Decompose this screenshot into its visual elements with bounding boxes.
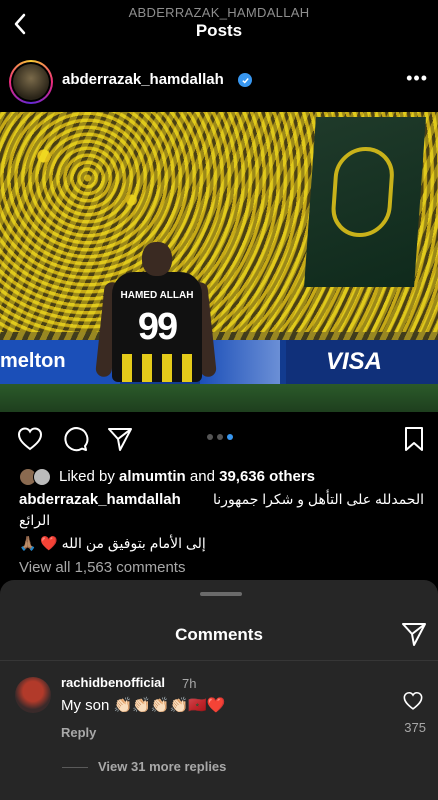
player-figure: HAMED ALLAH 99 bbox=[95, 242, 217, 412]
pitch bbox=[0, 384, 438, 412]
caption-line-3: إلى الأمام بتوفيق من الله ❤️ 🙏🏽 bbox=[19, 535, 206, 551]
bookmark-icon[interactable] bbox=[400, 425, 428, 453]
caption-username[interactable]: abderrazak_hamdallah bbox=[19, 491, 181, 508]
comment-icon[interactable] bbox=[61, 425, 89, 453]
comments-sheet: Comments rachidbenofficial 7h My son 👏🏻👏… bbox=[0, 580, 438, 800]
more-options-icon[interactable]: ••• bbox=[406, 68, 428, 89]
verified-badge-icon bbox=[238, 73, 252, 87]
jersey-number: 99 bbox=[137, 306, 178, 348]
comment-like-icon[interactable] bbox=[402, 690, 424, 712]
replies-divider-line bbox=[62, 767, 88, 768]
carousel-dot bbox=[207, 434, 213, 440]
avatar[interactable] bbox=[9, 60, 53, 104]
comment-avatar[interactable] bbox=[15, 677, 51, 713]
carousel-indicator bbox=[207, 434, 233, 440]
comment-time: 7h bbox=[182, 676, 197, 691]
caption-line-1: الحمدلله على التأهل و شكرا جمهورنا bbox=[213, 491, 424, 507]
advertising-boards: melton VISA bbox=[0, 340, 438, 384]
share-icon[interactable] bbox=[400, 620, 428, 648]
view-more-replies-link[interactable]: View 31 more replies bbox=[98, 759, 226, 774]
jersey-name: HAMED ALLAH bbox=[120, 290, 194, 301]
action-bar bbox=[0, 422, 438, 454]
profile-subtitle: ABDERRAZAK_HAMDALLAH bbox=[128, 5, 310, 20]
likes-others[interactable]: 39,636 others bbox=[219, 468, 315, 485]
liker-avatars bbox=[19, 468, 53, 486]
post-username[interactable]: abderrazak_hamdallah bbox=[62, 71, 224, 88]
top-bar: ABDERRAZAK_HAMDALLAH Posts bbox=[0, 0, 438, 50]
sheet-drag-handle[interactable] bbox=[200, 592, 242, 596]
likes-prefix: Liked by bbox=[59, 468, 115, 485]
comments-title: Comments bbox=[175, 625, 263, 644]
comment-like-count: 375 bbox=[404, 720, 426, 735]
share-icon[interactable] bbox=[106, 425, 134, 453]
likes-user[interactable]: almumtin bbox=[119, 468, 186, 485]
likes-text: Liked by almumtin and 39,636 others bbox=[59, 468, 315, 485]
carousel-dot bbox=[217, 434, 223, 440]
banner-flag bbox=[304, 117, 426, 287]
post-image[interactable]: melton VISA HAMED ALLAH 99 bbox=[0, 112, 438, 412]
board-right: VISA bbox=[286, 340, 438, 384]
divider bbox=[0, 660, 438, 661]
reply-button[interactable]: Reply bbox=[61, 725, 96, 740]
board-right-text: VISA bbox=[326, 348, 383, 375]
caption-line-2: الرائع bbox=[19, 512, 51, 528]
view-all-comments-link[interactable]: View all 1,563 comments bbox=[19, 559, 185, 576]
carousel-dot-active bbox=[227, 434, 233, 440]
comment-username[interactable]: rachidbenofficial bbox=[61, 675, 165, 690]
heart-icon[interactable] bbox=[16, 425, 44, 453]
post-header: abderrazak_hamdallah ••• bbox=[0, 58, 438, 106]
likes-middle: and bbox=[189, 468, 215, 485]
page-title: Posts bbox=[195, 21, 243, 40]
comment-text: My son 👏🏻👏🏻👏🏻👏🏻🇲🇦❤️ bbox=[61, 697, 226, 714]
